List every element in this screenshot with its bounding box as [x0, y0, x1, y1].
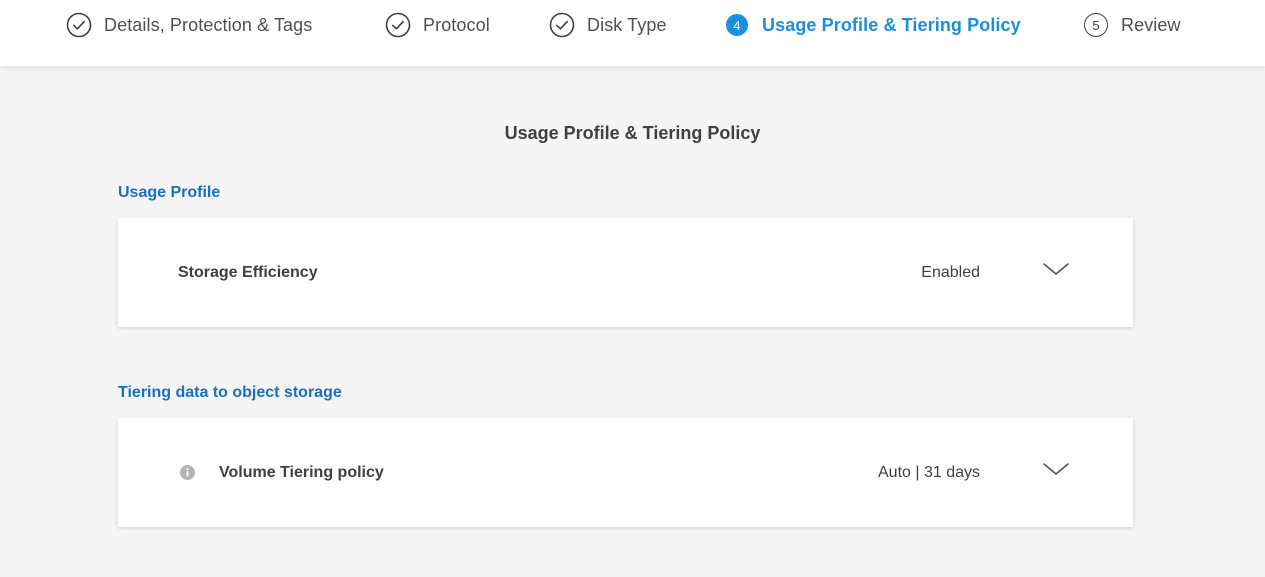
storage-efficiency-card[interactable]: Storage Efficiency Enabled [118, 218, 1133, 327]
step-number: 4 [726, 14, 748, 36]
wizard-step-details-protection-tags[interactable]: Details, Protection & Tags [64, 10, 312, 40]
storage-efficiency-label: Storage Efficiency [178, 263, 318, 281]
step-number: 5 [1084, 13, 1108, 37]
wizard-steps: Details, Protection & Tags Protocol Disk… [0, 0, 1265, 66]
info-icon[interactable] [180, 465, 195, 480]
step-number-icon: 4 [722, 10, 752, 40]
wizard-step-usage-profile-tiering[interactable]: 4 Usage Profile & Tiering Policy [722, 10, 1021, 40]
check-circle-icon [64, 10, 94, 40]
chevron-down-icon[interactable] [1043, 262, 1069, 278]
chevron-down-icon[interactable] [1043, 462, 1069, 478]
storage-efficiency-value: Enabled [921, 263, 980, 281]
wizard-step-label: Disk Type [587, 14, 667, 35]
check-circle-icon [383, 10, 413, 40]
wizard-step-label: Protocol [423, 14, 490, 35]
tiering-section-title: Tiering data to object storage [118, 384, 342, 401]
page-title: Usage Profile & Tiering Policy [504, 123, 761, 143]
step-number-icon: 5 [1081, 10, 1111, 40]
wizard-step-label: Usage Profile & Tiering Policy [762, 14, 1021, 35]
volume-tiering-policy-value: Auto | 31 days [878, 463, 980, 481]
wizard-step-disk-type[interactable]: Disk Type [547, 10, 667, 40]
wizard-step-review[interactable]: 5 Review [1081, 10, 1181, 40]
usage-profile-section-title: Usage Profile [118, 184, 221, 201]
volume-tiering-policy-label: Volume Tiering policy [219, 463, 384, 481]
volume-tiering-policy-card[interactable]: Volume Tiering policy Auto | 31 days [118, 418, 1133, 527]
wizard-step-label: Details, Protection & Tags [104, 14, 313, 35]
wizard-step-label: Review [1121, 14, 1181, 35]
wizard-step-protocol[interactable]: Protocol [383, 10, 490, 40]
check-circle-icon [547, 10, 577, 40]
